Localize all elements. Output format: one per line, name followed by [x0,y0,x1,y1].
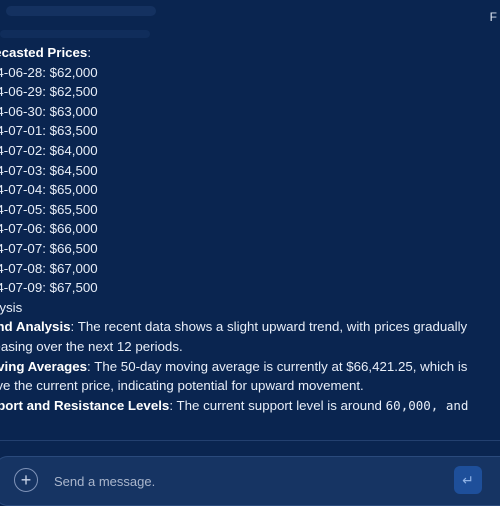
moving-averages-text-cont: ove the current price, indicating potent… [0,378,364,394]
assistant-message: recasted Prices: 24-06-28: $62,000 24-06… [0,43,500,415]
support-level-code: 60,000, and [385,397,469,413]
trend-analysis-text-cont: reasing over the next 12 periods. [0,338,183,354]
forecast-heading-line: recasted Prices: [0,43,500,63]
divider [0,440,500,441]
price-item: 24-07-02: $64,000 [0,142,98,158]
support-resistance-label: pport and Resistance Levels [0,397,170,413]
price-item: 24-07-05: $65,500 [0,201,98,217]
price-item: 24-06-29: $62,500 [0,84,98,100]
moving-averages-label: oving Averages [0,358,88,374]
support-resistance-line: pport and Resistance Levels: The current… [0,396,500,416]
price-item: 24-07-07: $66,500 [0,240,98,256]
moving-averages-text: The 50-day moving average is currently a… [94,358,468,374]
price-item: 24-07-01: $63,500 [0,123,98,139]
forecast-heading: recasted Prices [0,45,88,60]
top-bar: F [0,0,500,24]
blurred-title [6,6,156,16]
send-button[interactable]: ↵ [454,466,482,494]
price-item: 24-06-30: $63,000 [0,103,98,119]
price-item: 24-07-08: $67,000 [0,260,98,276]
support-resistance-text: The current support level is around [176,397,382,413]
plus-icon: + [20,470,32,490]
price-item: 24-07-09: $67,500 [0,280,98,296]
price-item: 24-06-28: $62,000 [0,64,98,80]
moving-averages-line: oving Averages: The 50-day moving averag… [0,357,500,377]
trend-analysis-text: The recent data shows a slight upward tr… [77,319,468,335]
trend-analysis-label: end Analysis [0,319,71,335]
analysis-heading: alysis [0,299,23,315]
message-input[interactable] [52,470,436,492]
enter-icon: ↵ [462,471,474,488]
trend-analysis-line: end Analysis: The recent data shows a sl… [0,317,500,337]
price-item: 24-07-04: $65,000 [0,182,98,198]
price-item: 24-07-03: $64,500 [0,162,98,178]
add-attachment-button[interactable]: + [14,468,38,492]
top-right-label: F [489,10,497,24]
faded-text-line [0,30,150,38]
price-item: 24-07-06: $66,000 [0,221,98,237]
